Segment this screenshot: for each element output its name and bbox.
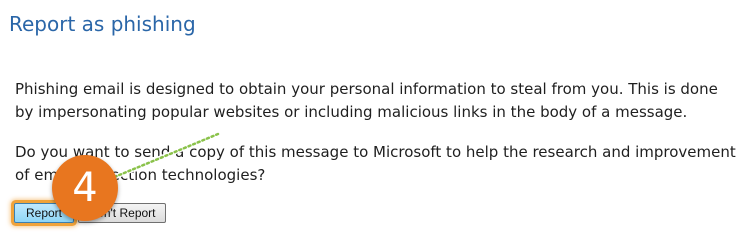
dialog-title: Report as phishing [9,12,196,36]
report-question: Do you want to send a copy of this messa… [15,143,736,184]
phishing-description: Phishing email is designed to obtain you… [15,80,718,121]
step-number-badge: 4 [52,155,118,221]
